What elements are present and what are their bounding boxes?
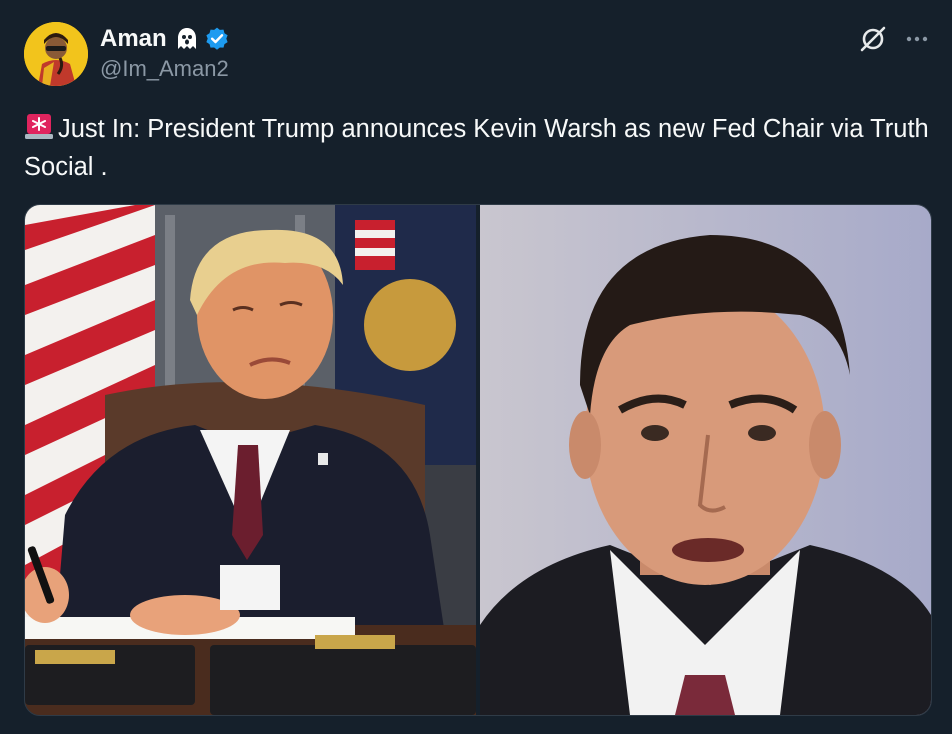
author-handle[interactable]: @Im_Aman2: [100, 56, 229, 82]
display-name[interactable]: Aman: [100, 25, 167, 53]
author-name-row[interactable]: Aman: [100, 24, 230, 54]
photo-president-trump[interactable]: [25, 205, 476, 715]
photo-kevin-warsh[interactable]: [480, 205, 931, 715]
verified-icon[interactable]: [204, 26, 230, 52]
avatar[interactable]: [24, 22, 88, 86]
tweet-text: Just In: President Trump announces Kevin…: [24, 110, 934, 186]
ghost-icon: [174, 26, 200, 52]
grok-icon[interactable]: [858, 24, 888, 54]
media-grid[interactable]: [24, 204, 932, 716]
siren-icon: [24, 111, 54, 141]
more-icon[interactable]: [904, 26, 930, 52]
tweet-body: Just In: President Trump announces Kevin…: [24, 115, 929, 181]
tweet-card: Aman @Im_Aman2 Just In: President Trump …: [0, 0, 952, 734]
